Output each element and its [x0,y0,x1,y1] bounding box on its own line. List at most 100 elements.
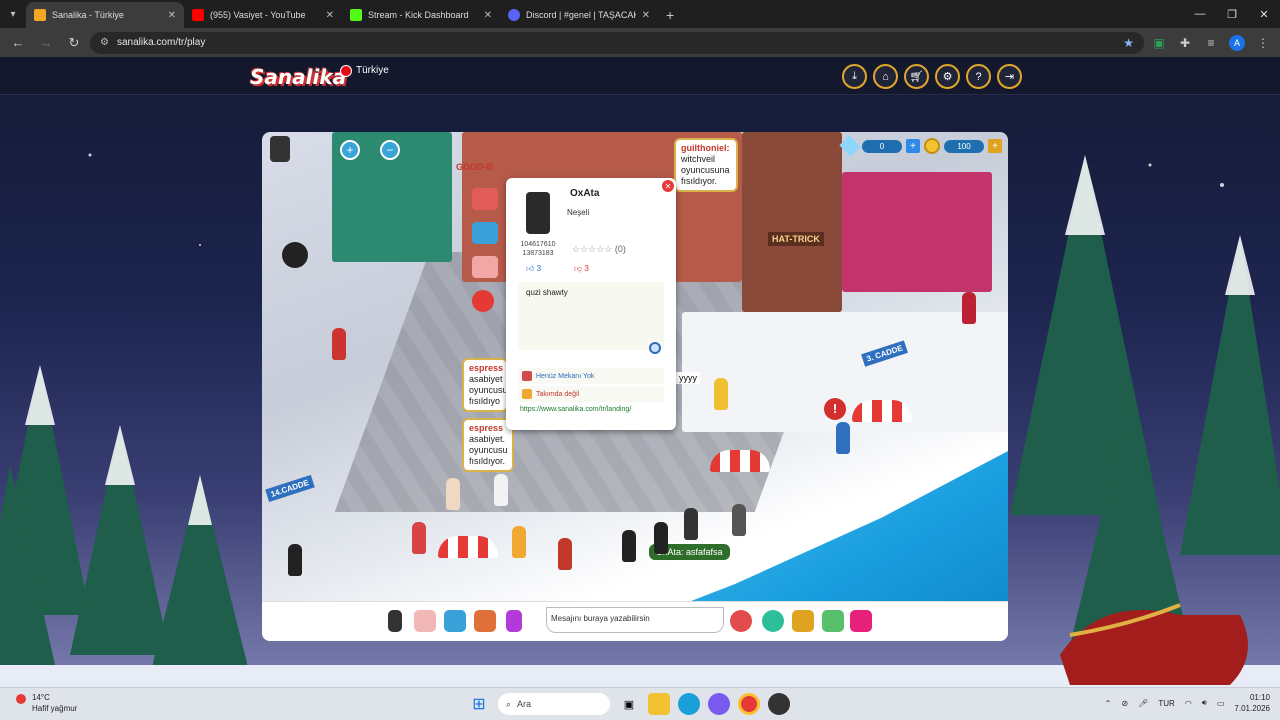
clock[interactable]: 01:10 7.01.2026 [1234,692,1270,714]
emote-icon[interactable] [414,610,436,632]
network-off-icon[interactable]: ⊘ [1122,699,1129,708]
volume-icon[interactable]: 🔊︎ [1202,698,1207,708]
player-avatar[interactable] [684,508,698,540]
game-canvas[interactable]: + − 0 + 100 + GOOD-B HAT-TRICK 14.CADDE … [262,132,1008,641]
chrome-menu-icon[interactable]: ⋮ [1252,32,1274,54]
player-avatar[interactable] [288,544,302,576]
extension-icon[interactable]: ▣ [1148,32,1170,54]
backpack-icon[interactable] [474,610,496,632]
dance-icon[interactable] [444,610,466,632]
tab-sanalika[interactable]: Sanalika - Türkiye ✕ [26,2,184,28]
tab-kick[interactable]: Stream - Kick Dashboard ✕ [342,2,500,28]
player-avatar[interactable] [494,474,508,506]
copilot-icon[interactable] [708,693,730,715]
trade-icon[interactable] [472,222,498,244]
gift-icon[interactable] [472,188,498,210]
tab-title: Stream - Kick Dashboard [368,10,469,20]
close-tab-icon[interactable]: ✕ [168,10,176,21]
rating-stars-icon[interactable]: ☆☆☆☆☆ [572,244,612,254]
close-tab-icon[interactable]: ✕ [326,10,334,21]
like-button[interactable]: 👍︎ 3 [526,264,541,274]
zoom-out-icon[interactable]: − [380,140,400,160]
site-info-icon[interactable]: ⚙ [100,37,109,48]
reload-icon[interactable]: ↻ [62,31,86,55]
battery-icon[interactable]: ▭ [1217,699,1225,708]
phone-icon[interactable] [388,610,402,632]
friend-request-icon[interactable] [472,256,498,278]
home-icon[interactable]: ⌂ [873,64,898,89]
extensions-puzzle-icon[interactable]: ✚ [1174,32,1196,54]
tab-discord[interactable]: Discord | #genel | TAŞACAK ✕ [500,2,658,28]
windows-start-icon[interactable]: ⊞ [468,693,490,715]
pet-icon[interactable] [762,610,784,632]
move-icon[interactable] [506,610,522,632]
app-icon[interactable] [768,693,790,715]
my-avatar-icon[interactable] [270,136,290,162]
alert-icon[interactable]: ! [824,398,846,420]
player-avatar[interactable] [962,292,976,324]
taskbar-search[interactable]: ⌕ Ara [498,693,610,715]
file-explorer-icon[interactable] [648,693,670,715]
forward-icon[interactable]: → [34,31,58,55]
turkey-flag-icon [340,65,352,77]
block-icon[interactable] [472,290,494,312]
chevron-up-icon[interactable]: ⌃ [1105,699,1112,708]
player-avatar[interactable] [446,478,460,510]
profile-rating[interactable]: ☆☆☆☆☆ (0) [572,244,626,255]
settings-icon[interactable]: ⚙ [935,64,960,89]
sanalika-logo[interactable]: Sanalika [250,65,346,89]
chrome-icon[interactable] [738,693,760,715]
close-tab-icon[interactable]: ✕ [484,10,492,21]
coin-count: 100 [944,139,984,153]
help-icon[interactable]: ? [966,64,991,89]
island-icon[interactable] [822,610,844,632]
dislike-button[interactable]: 👎︎ 3 [574,264,589,274]
logout-icon[interactable]: ⇥ [997,64,1022,89]
tab-search-icon[interactable]: ▾ [0,0,26,28]
player-avatar[interactable] [836,422,850,454]
maximize-icon[interactable]: ❐ [1216,0,1248,28]
address-bar[interactable]: ⚙ sanalika.com/tr/play ★ [90,31,1144,54]
player-avatar[interactable] [512,526,526,558]
edge-icon[interactable] [678,693,700,715]
tab-youtube[interactable]: (955) Vasiyet - YouTube ✕ [184,2,342,28]
cart-icon[interactable]: 🛒︎ [904,64,929,89]
player-avatar[interactable] [622,530,636,562]
player-avatar[interactable] [732,504,746,536]
media-control-icon[interactable]: ≡ [1200,32,1222,54]
site-top-buttons: ⤓ ⌂ 🛒︎ ⚙ ? ⇥ [842,64,1022,89]
back-icon[interactable]: ← [6,31,30,55]
chat-bubbles-icon[interactable] [730,610,752,632]
profile-team-row[interactable]: Takımda değil [518,386,664,402]
microphone-icon[interactable]: 🎤︎ [1138,699,1148,708]
weather-widget[interactable]: 14°C Hafif yağmur [16,692,77,714]
chat-input[interactable]: Mesajını buraya yazabilirsin [546,607,724,633]
profile-avatar[interactable]: A [1226,32,1248,54]
task-view-icon[interactable]: ▣ [618,693,640,715]
new-tab-icon[interactable]: + [658,2,682,28]
zoom-in-icon[interactable]: + [340,140,360,160]
language-indicator[interactable]: TUR [1158,699,1174,708]
profile-link[interactable]: https://www.sanalika.com/tr/landing/ [520,406,631,413]
close-profile-icon[interactable]: ✕ [662,180,674,192]
player-avatar[interactable] [654,522,668,554]
player-avatar[interactable] [714,378,728,410]
close-tab-icon[interactable]: ✕ [642,10,650,21]
player-avatar[interactable] [282,242,308,268]
taskbar-apps: ⊞ ⌕ Ara ▣ [468,693,790,715]
download-icon[interactable]: ⤓ [842,64,867,89]
close-window-icon[interactable]: ✕ [1248,0,1280,28]
player-avatar[interactable] [558,538,572,570]
add-coins-button[interactable]: + [988,139,1002,153]
player-avatar[interactable] [332,328,346,360]
minimize-icon[interactable]: — [1184,0,1216,28]
add-gems-button[interactable]: + [906,139,920,153]
edit-icon[interactable] [649,342,661,354]
profile-place-row[interactable]: Henüz Mekanı Yok [518,368,664,384]
player-avatar[interactable] [412,522,426,554]
windows-taskbar: 14°C Hafif yağmur ⊞ ⌕ Ara ▣ ⌃ ⊘ 🎤︎ TUR ◠… [0,687,1280,720]
bookmark-star-icon[interactable]: ★ [1123,36,1134,50]
menu-down-icon[interactable] [850,610,872,632]
trophy-icon[interactable] [792,610,814,632]
wifi-icon[interactable]: ◠ [1185,699,1192,708]
